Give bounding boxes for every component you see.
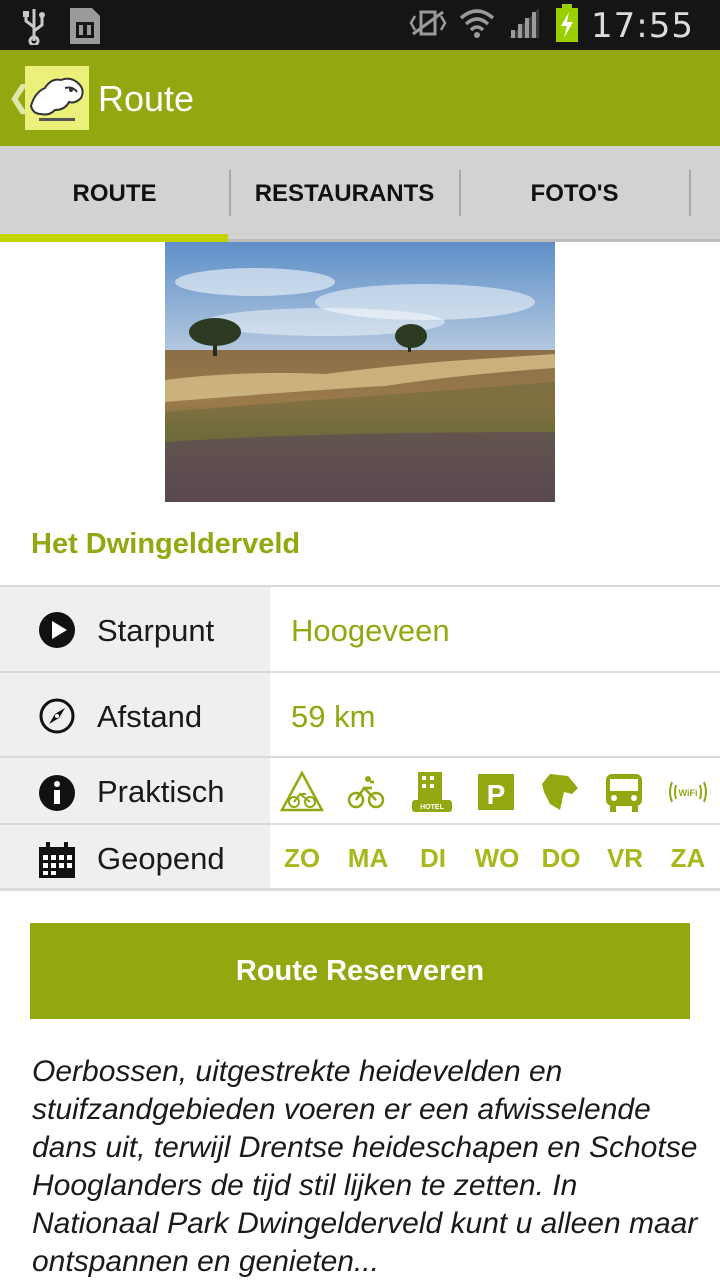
start-value: Hoogeveen [291, 613, 450, 648]
battery-charging-icon [555, 4, 579, 47]
wifi-icon: WiFi [666, 770, 710, 814]
play-circle-icon [38, 611, 76, 654]
svg-text:WiFi: WiFi [679, 788, 698, 798]
day-vr: VR [606, 843, 644, 873]
app-logo[interactable] [25, 66, 89, 130]
bus-icon [602, 770, 646, 814]
day-ma: MA [347, 843, 389, 873]
reserve-route-button[interactable]: Route Reserveren [30, 923, 690, 1019]
page-title: Route [98, 78, 195, 119]
parking-icon: P [474, 770, 518, 814]
day-di: DI [420, 843, 446, 873]
tab-restaurants[interactable]: RESTAURANTS [230, 146, 459, 242]
tab-fotos[interactable]: FOTO'S [460, 146, 689, 242]
info-icon [38, 774, 76, 817]
tab-selected-indicator [0, 234, 228, 242]
hotel-icon: HOTEL [410, 770, 454, 814]
calendar-icon [38, 841, 76, 884]
compass-icon [38, 697, 76, 740]
svg-text:HOTEL: HOTEL [420, 804, 444, 811]
action-bar: ❮ Route [0, 50, 720, 146]
opening-days: ZO MA DI WO DO VR ZA [270, 825, 720, 888]
cell-signal-icon [507, 6, 543, 45]
info-row-start: Starpunt Hoogeveen [0, 585, 720, 671]
day-do: DO [541, 843, 581, 873]
route-photo[interactable] [165, 242, 555, 502]
dog-icon [538, 770, 582, 814]
day-zo: ZO [283, 843, 321, 873]
sim-card-icon [68, 6, 102, 51]
usb-icon [22, 7, 46, 50]
wifi-signal-icon [459, 6, 495, 45]
tab-route[interactable]: ROUTE [0, 146, 229, 242]
distance-value: 59 km [291, 699, 376, 734]
info-row-practical: Praktisch HOTEL P WiFi [0, 756, 720, 823]
tab-bar: ROUTE RESTAURANTS FOTO'S [0, 146, 720, 242]
tab-divider [689, 170, 691, 216]
clock-time: 17:55 [591, 5, 694, 46]
day-wo: WO [474, 843, 520, 873]
status-bar: 17:55 [0, 0, 720, 50]
mute-vibrate-icon [409, 8, 447, 43]
route-description: Oerbossen, uitgestrekte heidevelden en s… [32, 1055, 698, 1278]
route-title: Het Dwingelderveld [31, 528, 301, 560]
amenities-list: HOTEL P WiFi [270, 758, 720, 823]
mountain-bike-icon [279, 770, 325, 814]
distance-label: Afstand [97, 699, 203, 734]
start-label: Starpunt [97, 613, 215, 648]
practical-label: Praktisch [97, 774, 225, 809]
svg-text:P: P [487, 779, 506, 810]
open-label: Geopend [97, 841, 225, 876]
info-row-open: Geopend ZO MA DI WO DO VR ZA [0, 823, 720, 891]
info-row-distance: Afstand 59 km [0, 671, 720, 756]
route-info-table: Starpunt Hoogeveen Afstand 59 km Praktis… [0, 585, 720, 891]
bicycle-icon [344, 770, 388, 814]
day-za: ZA [670, 843, 706, 873]
